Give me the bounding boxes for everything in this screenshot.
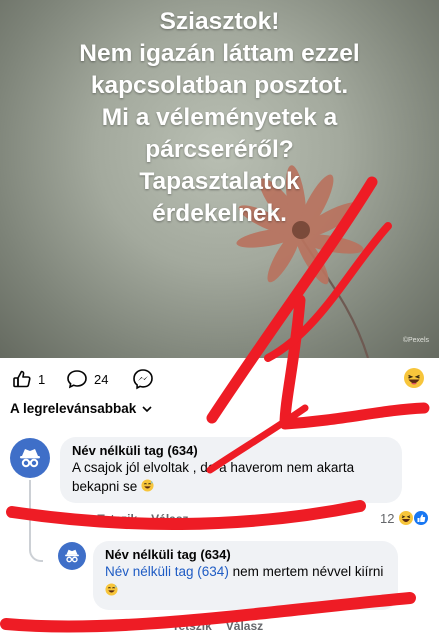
post-image[interactable]: Sziasztok! Nem igazán láttam ezzel kapcs… bbox=[0, 0, 439, 358]
thumbs-up-icon bbox=[13, 370, 31, 388]
like-button[interactable]: 1 bbox=[12, 362, 45, 396]
like-comment-link[interactable]: Tetszik bbox=[97, 512, 137, 526]
like-count: 1 bbox=[38, 371, 46, 387]
messenger-icon bbox=[133, 369, 153, 390]
post-line: Sziasztok! bbox=[159, 8, 280, 35]
post-line: Tapasztalatok bbox=[139, 168, 300, 195]
comment-reaction-count[interactable]: 12 bbox=[380, 510, 430, 526]
reply-link[interactable]: Válasz bbox=[151, 512, 188, 526]
comment-time: 15 bbox=[70, 512, 84, 526]
comment-sort-dropdown[interactable]: A legrelevánsabbak bbox=[10, 401, 152, 416]
grinning-sweat-emoji-icon bbox=[141, 479, 154, 492]
laughing-emoji-icon bbox=[404, 368, 424, 388]
comment-body: A csajok jól elvoltak , de a haverom nem… bbox=[72, 460, 355, 494]
chevron-down-icon bbox=[142, 405, 152, 412]
messenger-share-button[interactable] bbox=[132, 362, 154, 396]
comment-bubble-icon bbox=[67, 370, 87, 389]
post-line: kapcsolatban posztot. bbox=[90, 72, 349, 99]
comment-text: Név nélküli tag (634) nem mertem névvel … bbox=[105, 562, 386, 600]
image-watermark: ©Pexels bbox=[402, 337, 429, 344]
comment-button[interactable]: 24 bbox=[66, 362, 108, 396]
post-line: párcseréről? bbox=[145, 136, 294, 163]
comment-bubble: Név nélküli tag (634) A csajok jól elvol… bbox=[60, 437, 402, 503]
post-line: Mi a véleményetek a bbox=[101, 104, 338, 131]
comment-text: A csajok jól elvoltak , de a haverom nem… bbox=[72, 458, 390, 496]
comment-actions: Tetszik Válasz bbox=[172, 619, 263, 633]
reaction-count: 12 bbox=[380, 510, 395, 526]
grinning-sweat-emoji-icon bbox=[105, 583, 118, 596]
reply-link[interactable]: Válasz bbox=[226, 619, 263, 633]
avatar[interactable] bbox=[58, 542, 86, 570]
mention-link[interactable]: Név nélküli tag (634) bbox=[105, 564, 229, 579]
comment-body: nem mertem névvel kiírni bbox=[228, 564, 384, 579]
comment-actions: 15 Tetszik Válasz bbox=[70, 512, 189, 526]
like-comment-link[interactable]: Tetszik bbox=[172, 619, 212, 633]
comment-author[interactable]: Név nélküli tag (634) bbox=[105, 547, 386, 562]
comment-author[interactable]: Név nélküli tag (634) bbox=[72, 443, 390, 458]
reaction-icons bbox=[398, 510, 430, 526]
post-line: érdekelnek. bbox=[152, 200, 287, 227]
anonymous-member-icon bbox=[20, 449, 40, 468]
anonymous-member-icon bbox=[65, 549, 79, 563]
comment-count: 24 bbox=[94, 371, 109, 387]
reply-thread-line bbox=[29, 480, 43, 562]
reply-bubble: Név nélküli tag (634) Név nélküli tag (6… bbox=[93, 541, 398, 610]
reaction-bar: 1 24 bbox=[0, 362, 439, 396]
avatar[interactable] bbox=[10, 438, 50, 478]
post-line: Nem igazán láttam ezzel bbox=[79, 40, 360, 67]
sort-label: A legrelevánsabbak bbox=[10, 401, 137, 416]
emoji-reaction-button[interactable] bbox=[403, 367, 425, 394]
post-image-text: Sziasztok! Nem igazán láttam ezzel kapcs… bbox=[20, 6, 419, 230]
